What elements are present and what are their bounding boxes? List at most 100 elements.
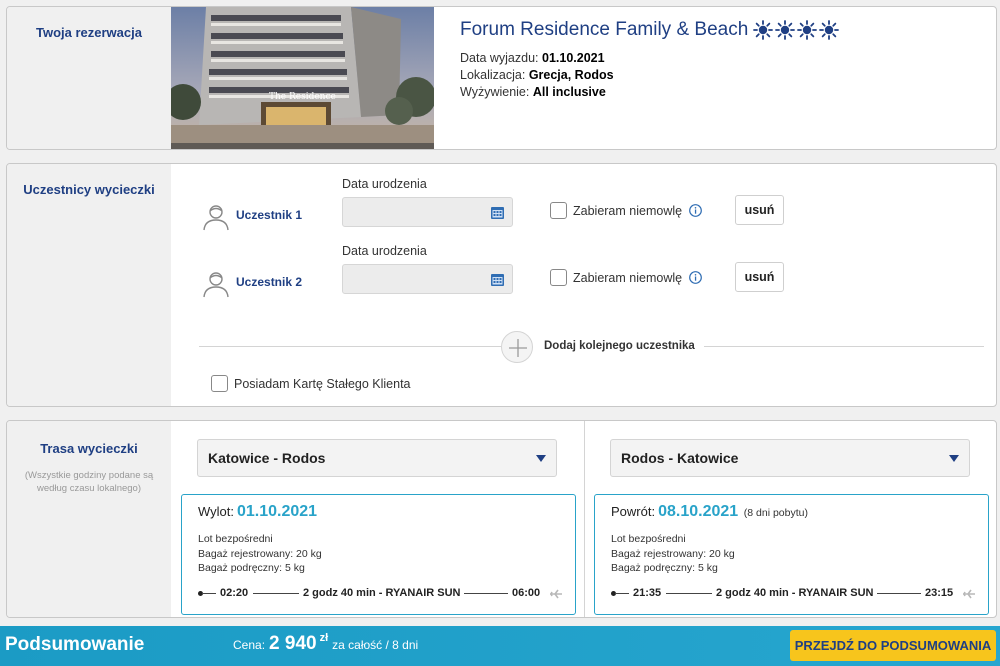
hotel-photo: The Residence: [171, 7, 434, 149]
loyalty-card-label[interactable]: Posiadam Kartę Stałego Klienta: [234, 377, 411, 391]
flight-duration-carrier: 2 godz 40 min - RYANAIR SUN: [303, 587, 461, 599]
info-icon[interactable]: [689, 271, 702, 284]
inbound-column: Rodos - Katowice Powrót: 08.10.2021 (8 dn…: [594, 421, 989, 617]
dob-input[interactable]: [342, 264, 513, 294]
timeline-line: [615, 593, 629, 594]
inbound-route-value[interactable]: Rodos - Katowice: [621, 450, 738, 466]
price-value: 2 940: [269, 633, 317, 654]
remove-participant-button[interactable]: usuń: [735, 195, 784, 225]
timeline-line: [464, 593, 508, 594]
flight-duration-carrier: 2 godz 40 min - RYANAIR SUN: [716, 587, 874, 599]
departure-date-line: Data wyjazdu: 01.10.2021: [460, 51, 840, 65]
go-to-summary-button[interactable]: PRZEJDŹ DO PODSUMOWANIA: [790, 630, 996, 661]
timeline-line: [877, 593, 921, 594]
inbound-timeline: 21:35 2 godz 40 min - RYANAIR SUN 23:15: [611, 587, 976, 601]
timezone-note: (Wszystkie godziny podane są według czas…: [24, 470, 154, 494]
hotel-name-text[interactable]: Forum Residence Family & Beach: [460, 19, 748, 41]
outbound-column: Katowice - Rodos Wylot: 01.10.2021 Lot be…: [181, 421, 576, 617]
stay-length-note: (8 dni pobytu): [743, 507, 808, 519]
participants-title: Uczestnicy wycieczki: [23, 182, 155, 197]
plane-icon: [550, 589, 562, 599]
person-icon: [203, 205, 229, 231]
departure-time: 21:35: [633, 587, 662, 599]
hotel-name[interactable]: Forum Residence Family & Beach: [460, 19, 840, 41]
price-label: Cena:: [233, 638, 266, 652]
participant-name: Uczestnik 1: [236, 208, 303, 222]
route-divider: [584, 421, 585, 617]
infant-checkbox-row[interactable]: Zabieram niemowlę: [550, 202, 702, 219]
caret-down-icon[interactable]: [949, 455, 959, 462]
sun-icon: [775, 20, 796, 40]
sun-icon: [819, 20, 840, 40]
location-line: Lokalizacja: Grecja, Rodos: [460, 68, 840, 82]
outbound-route-value[interactable]: Katowice - Rodos: [208, 450, 325, 466]
person-icon: [203, 272, 229, 298]
direct-flight-text: Lot bezpośredni: [611, 533, 686, 545]
add-participant-button[interactable]: [501, 331, 533, 363]
outbound-date: 01.10.2021: [237, 503, 318, 520]
outbound-route-select[interactable]: Katowice - Rodos: [197, 439, 557, 477]
sun-icon: [797, 20, 818, 40]
infant-label[interactable]: Zabieram niemowlę: [573, 271, 682, 285]
outbound-flight-header: Wylot: 01.10.2021: [198, 503, 319, 521]
board-value: All inclusive: [532, 85, 606, 99]
plus-icon[interactable]: [502, 332, 534, 364]
direct-flight-text: Lot bezpośredni: [198, 533, 273, 545]
plane-icon: [963, 589, 975, 599]
summary-bar: Podsumowanie Cena: 2 940 zł za całość / …: [0, 626, 1000, 666]
price-summary: Cena: 2 940 zł za całość / 8 dni: [233, 632, 419, 655]
calendar-icon[interactable]: [491, 273, 504, 286]
participants-sidebar: [7, 164, 171, 406]
dob-input[interactable]: [342, 197, 513, 227]
participant-name: Uczestnik 2: [236, 275, 303, 289]
add-participant-label[interactable]: Dodaj kolejnego uczestnika: [544, 340, 695, 352]
price-note: za całość / 8 dni: [332, 638, 419, 652]
inbound-flight-card: Powrót: 08.10.2021 (8 dni pobytu) Lot bez…: [594, 494, 989, 615]
outbound-timeline: 02:20 2 godz 40 min - RYANAIR SUN 06:00: [198, 587, 563, 601]
checked-baggage-text: Bagaż rejestrowany: 20 kg: [611, 547, 735, 560]
reservation-panel: Twoja rezerwacja The Residence Forum Res…: [6, 6, 997, 150]
outbound-flight-details: Lot bezpośredni Bagaż rejestrowany: 20 k…: [198, 532, 322, 576]
location-label: Lokalizacja:: [460, 68, 526, 82]
sun-icon: [753, 20, 774, 40]
calendar-icon[interactable]: [491, 206, 504, 219]
location-value: Grecja, Rodos: [528, 68, 614, 82]
inbound-route-select[interactable]: Rodos - Katowice: [610, 439, 970, 477]
dob-label: Data urodzenia: [342, 244, 427, 258]
departure-time: 02:20: [220, 587, 249, 599]
loyalty-card-row[interactable]: Posiadam Kartę Stałego Klienta: [211, 375, 411, 392]
checked-baggage-text: Bagaż rejestrowany: 20 kg: [198, 547, 322, 560]
arrival-time: 06:00: [512, 587, 541, 599]
summary-title: Podsumowanie: [5, 634, 145, 655]
add-participant-row: Dodaj kolejnego uczestnika: [199, 331, 984, 363]
hand-baggage-text: Bagaż podręczny: 5 kg: [198, 562, 305, 574]
outbound-flight-card: Wylot: 01.10.2021 Lot bezpośredni Bagaż r…: [181, 494, 576, 615]
caret-down-icon[interactable]: [536, 455, 546, 462]
infant-label[interactable]: Zabieram niemowlę: [573, 204, 682, 218]
departure-value: 01.10.2021: [542, 51, 605, 65]
participant-row: Uczestnik 2 Data urodzenia Zabieram niem…: [202, 244, 802, 304]
timeline-line: [253, 593, 299, 594]
info-icon[interactable]: [689, 204, 702, 217]
inbound-head-label: Powrót:: [611, 504, 656, 519]
hotel-info: Forum Residence Family & Beach Data wyja…: [460, 19, 840, 99]
inbound-flight-details: Lot bezpośredni Bagaż rejestrowany: 20 k…: [611, 532, 735, 576]
outbound-head-label: Wylot:: [198, 504, 234, 519]
inbound-flight-header: Powrót: 08.10.2021 (8 dni pobytu): [611, 503, 808, 521]
infant-checkbox[interactable]: [550, 202, 567, 219]
participants-panel: Uczestnicy wycieczki Uczestnik 1 Data ur…: [6, 163, 997, 407]
route-panel: Trasa wycieczki (Wszystkie godziny podan…: [6, 420, 997, 618]
timeline-line: [202, 593, 216, 594]
reservation-title: Twoja rezerwacja: [36, 25, 142, 40]
participant-row: Uczestnik 1 Data urodzenia Zabieram niem…: [202, 177, 802, 237]
departure-label: Data wyjazdu:: [460, 51, 539, 65]
board-line: Wyżywienie: All inclusive: [460, 85, 840, 99]
timeline-line: [666, 593, 712, 594]
infant-checkbox[interactable]: [550, 269, 567, 286]
remove-participant-button[interactable]: usuń: [735, 262, 784, 292]
dob-label: Data urodzenia: [342, 177, 427, 191]
divider: [704, 346, 984, 347]
infant-checkbox-row[interactable]: Zabieram niemowlę: [550, 269, 702, 286]
loyalty-card-checkbox[interactable]: [211, 375, 228, 392]
hotel-sign-text: The Residence: [269, 92, 336, 102]
